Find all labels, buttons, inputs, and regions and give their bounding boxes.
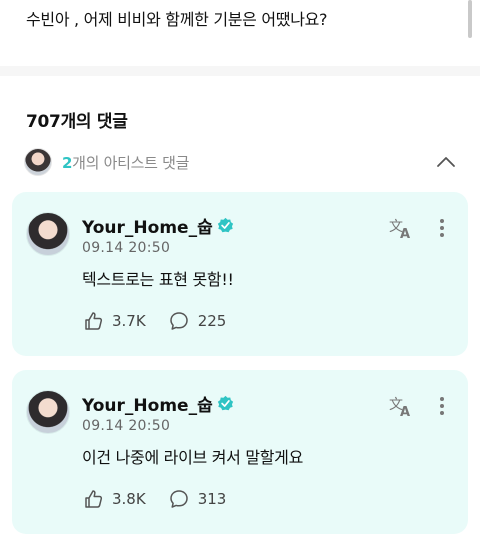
reply-bubble-icon (169, 490, 188, 508)
comment-time: 09.14 20:50 (82, 240, 171, 256)
avatar[interactable] (26, 212, 70, 256)
like-button[interactable]: 3.8K (82, 488, 146, 510)
artist-mini-avatar (24, 148, 52, 176)
reply-count: 313 (197, 490, 227, 508)
like-count: 3.8K (112, 490, 146, 508)
author-name: Your_Home_숩 (82, 396, 213, 416)
like-icon (85, 312, 103, 330)
scrollbar-thumb[interactable] (468, 0, 472, 38)
comment-stats: 3.8K 313 (82, 488, 248, 510)
more-vertical-icon[interactable] (434, 394, 450, 418)
avatar[interactable] (26, 390, 70, 434)
post-text: 수빈아 , 어제 비비와 함께한 기분은 어땠나요? (26, 10, 328, 29)
reply-button[interactable]: 225 (168, 310, 227, 332)
artist-comment-card: Your_Home_숩 09.14 20:50 이건 나중에 라이브 켜서 말할… (12, 370, 468, 534)
comment-author[interactable]: Your_Home_숩 (82, 391, 234, 416)
verified-badge-icon (217, 217, 233, 233)
like-icon (85, 490, 103, 508)
svg-text:A: A (400, 405, 410, 418)
chevron-up-icon[interactable] (436, 152, 456, 172)
comment-author[interactable]: Your_Home_숩 (82, 213, 234, 238)
svg-text:A: A (400, 227, 410, 240)
like-count: 3.7K (112, 312, 146, 330)
author-name: Your_Home_숩 (82, 218, 213, 238)
comment-text: 텍스트로는 표현 못함!! (82, 270, 234, 289)
reply-bubble-icon (169, 312, 188, 330)
artist-comments-row[interactable]: 2개의 아티스트 댓글 (24, 147, 460, 177)
comments-count: 707개의 댓글 (26, 112, 128, 132)
translate-icon[interactable]: 文 A (388, 216, 414, 240)
reply-button[interactable]: 313 (168, 488, 227, 510)
translate-icon[interactable]: 文 A (388, 394, 414, 418)
reply-count: 225 (197, 312, 227, 330)
comment-time: 09.14 20:50 (82, 418, 171, 434)
verified-badge-icon (217, 395, 233, 411)
like-button[interactable]: 3.7K (82, 310, 146, 332)
artist-comments-label: 2개의 아티스트 댓글 (62, 152, 189, 173)
comment-stats: 3.7K 225 (82, 310, 248, 332)
comment-text: 이건 나중에 라이브 켜서 말할게요 (82, 448, 304, 467)
more-vertical-icon[interactable] (434, 216, 450, 240)
artist-comments-text: 개의 아티스트 댓글 (72, 154, 190, 172)
artist-comments-count: 2 (62, 154, 73, 172)
artist-comment-card: Your_Home_숩 09.14 20:50 텍스트로는 표현 못함!! 文 … (12, 192, 468, 356)
section-separator (0, 66, 480, 76)
